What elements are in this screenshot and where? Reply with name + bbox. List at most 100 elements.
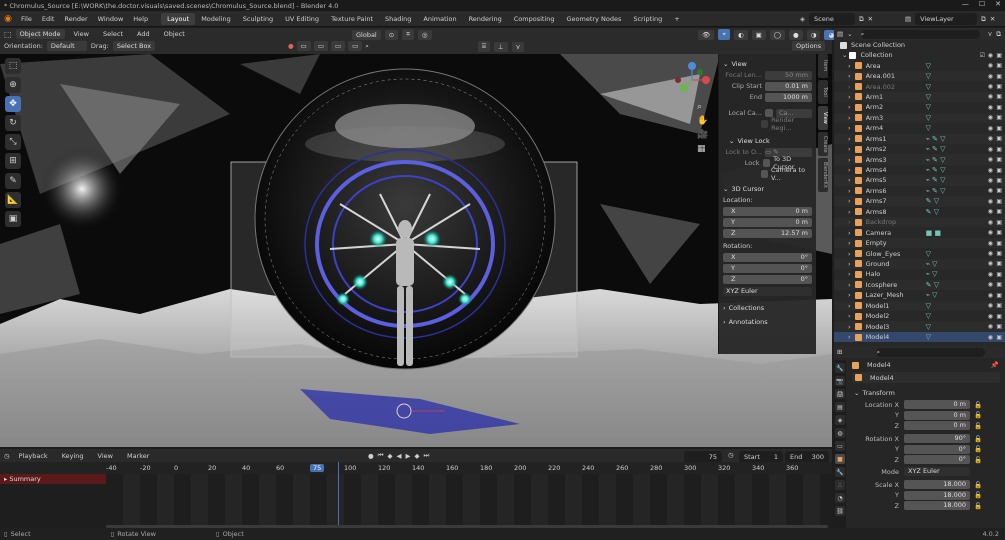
transform-header[interactable]: ⌄ Transform bbox=[834, 387, 1005, 399]
outliner-item[interactable]: › Arm3 ▽ ◉ ▣ bbox=[834, 112, 1005, 124]
render-camera-icon[interactable]: ▣ bbox=[996, 62, 1002, 69]
timeline-area[interactable]: ▸ Summary bbox=[0, 462, 832, 528]
play-reverse-icon[interactable]: ◀ bbox=[397, 452, 402, 460]
lock-scale-y-icon[interactable]: 🔓 bbox=[974, 491, 982, 499]
outliner-item[interactable]: › Model1 ▽ ◉ ▣ bbox=[834, 300, 1005, 311]
render-camera-icon[interactable]: ▣ bbox=[996, 250, 1002, 257]
wireframe-shading-icon[interactable]: ◯ bbox=[769, 29, 786, 40]
tab-geometry-nodes[interactable]: Geometry Nodes bbox=[561, 13, 628, 25]
render-camera-icon[interactable]: ▣ bbox=[996, 187, 1002, 194]
render-camera-icon[interactable]: ▣ bbox=[996, 156, 1002, 163]
tab-view[interactable]: View bbox=[818, 106, 828, 130]
expand-arrow-icon[interactable]: › bbox=[848, 260, 851, 268]
constraint-properties-icon[interactable]: ⛓ bbox=[835, 506, 845, 516]
outliner-item[interactable]: › Glow_Eyes ▽ ◉ ▣ bbox=[834, 248, 1005, 258]
lock-rotation-x-icon[interactable]: 🔓 bbox=[974, 435, 982, 443]
properties-editor-icon[interactable]: ⊞ bbox=[837, 348, 842, 356]
visibility-eye-icon[interactable]: ◉ bbox=[988, 240, 993, 247]
outliner-item[interactable]: › Arms1 ⌁ ✎ ▽ ◉ ▣ bbox=[834, 133, 1005, 144]
lock-location-z-icon[interactable]: 🔓 bbox=[974, 422, 982, 430]
outliner-item[interactable]: › Arms6 ⌁ ✎ ▽ ◉ ▣ bbox=[834, 186, 1005, 196]
expand-arrow-icon[interactable]: › bbox=[848, 197, 851, 205]
cursor-y-field[interactable]: Y0 m bbox=[723, 217, 812, 227]
outliner-item[interactable]: › Arms2 ⌁ ✎ ▽ ◉ ▣ bbox=[834, 144, 1005, 154]
menu-add[interactable]: Add bbox=[132, 30, 155, 38]
render-region-checkbox[interactable] bbox=[760, 120, 769, 128]
clip-start-field[interactable]: 0.01 m bbox=[765, 81, 812, 91]
rotation-x-field[interactable]: 90° bbox=[904, 434, 970, 443]
solid-shading-icon[interactable]: ● bbox=[789, 29, 803, 40]
expand-arrow-icon[interactable]: › bbox=[848, 312, 851, 320]
cursor-z-field[interactable]: Z 12.57 m bbox=[723, 228, 812, 238]
camera-to-view-checkbox[interactable] bbox=[760, 170, 768, 178]
visibility-eye-icon[interactable]: ◉ bbox=[988, 292, 993, 299]
render-camera-icon[interactable]: ▣ bbox=[996, 229, 1002, 236]
render-camera-icon[interactable]: ▣ bbox=[996, 83, 1002, 90]
move-tool-icon[interactable]: ✥ bbox=[5, 96, 21, 112]
menu-help[interactable]: Help bbox=[128, 15, 153, 23]
expand-arrow-icon[interactable]: › bbox=[848, 281, 851, 289]
select-mode-icon-4[interactable]: ▭ bbox=[348, 41, 363, 51]
visibility-eye-icon[interactable]: ◉ bbox=[988, 198, 993, 205]
outliner-item[interactable]: › Model3 ▽ ◉ ▣ bbox=[834, 321, 1005, 332]
rotate-tool-icon[interactable]: ↻ bbox=[5, 115, 21, 131]
tab-shading[interactable]: Shading bbox=[379, 13, 417, 25]
zoom-icon[interactable]: ⌕ bbox=[697, 102, 711, 116]
lock-location-x-icon[interactable]: 🔓 bbox=[974, 401, 982, 409]
marker-menu[interactable]: Marker bbox=[122, 452, 154, 460]
outliner-item[interactable]: › Arms4 ⌁ ✎ ▽ ◉ ▣ bbox=[834, 165, 1005, 175]
tab-rendering[interactable]: Rendering bbox=[463, 13, 508, 25]
menu-render[interactable]: Render bbox=[59, 15, 92, 23]
expand-arrow-icon[interactable]: › bbox=[848, 323, 851, 331]
cursor-rot-x-field[interactable]: X 0° bbox=[723, 252, 812, 262]
visibility-eye-icon[interactable]: ◉ bbox=[988, 177, 993, 184]
location-x-field[interactable]: 0 m bbox=[904, 400, 970, 409]
expand-arrow-icon[interactable]: › bbox=[848, 270, 851, 278]
outliner-item[interactable]: › Arms3 ⌁ ✎ ▽ ◉ ▣ bbox=[834, 154, 1005, 165]
editor-type-icon[interactable]: ⬚ bbox=[4, 30, 12, 39]
view-lock-header[interactable]: ⌄ View Lock bbox=[723, 135, 812, 146]
collection-eye-icon[interactable]: ◉ bbox=[988, 52, 993, 59]
visibility-eye-icon[interactable]: ◉ bbox=[988, 73, 993, 80]
tab-tool[interactable]: Tool bbox=[818, 80, 828, 104]
collections-section-header[interactable]: › Collections bbox=[723, 302, 812, 313]
visibility-eye-icon[interactable]: ◉ bbox=[988, 323, 993, 330]
expand-arrow-icon[interactable]: › bbox=[848, 135, 851, 143]
render-camera-icon[interactable]: ▣ bbox=[996, 114, 1002, 121]
cursor-section-header[interactable]: ⌄ 3D Cursor bbox=[723, 183, 812, 194]
render-camera-icon[interactable]: ▣ bbox=[996, 125, 1002, 132]
bookmark-icon[interactable]: ⊥ bbox=[493, 41, 508, 52]
rotation-z-field[interactable]: 0° bbox=[904, 455, 970, 464]
play-icon[interactable]: ▶ bbox=[406, 452, 411, 460]
visibility-eye-icon[interactable]: ◉ bbox=[988, 260, 993, 267]
render-camera-icon[interactable]: ▣ bbox=[996, 135, 1002, 142]
minimize-icon[interactable]: — bbox=[962, 0, 969, 8]
outliner-item[interactable]: › Model4 ▽ ◉ ▣ bbox=[834, 331, 1005, 343]
outliner-item[interactable]: › Arms7 ✎ ▽ ◉ ▣ bbox=[834, 196, 1005, 207]
menu-view[interactable]: View bbox=[69, 30, 94, 38]
expand-arrow-icon[interactable]: › bbox=[848, 176, 851, 184]
render-camera-icon[interactable]: ▣ bbox=[996, 208, 1002, 215]
outliner-item[interactable]: › Camera ■ ■ ◉ ▣ bbox=[834, 227, 1005, 237]
scene-field[interactable]: Scene bbox=[809, 13, 855, 25]
render-camera-icon[interactable]: ▣ bbox=[996, 104, 1002, 111]
visibility-eye-icon[interactable]: ◉ bbox=[988, 219, 993, 226]
tab-layout[interactable]: Layout bbox=[161, 12, 196, 25]
outliner-search-input[interactable]: ⌕ bbox=[860, 29, 980, 39]
add-workspace-button[interactable]: + bbox=[668, 13, 685, 25]
render-camera-icon[interactable]: ▣ bbox=[996, 93, 1002, 100]
gizmo-toggle-icon[interactable]: ⌖ bbox=[718, 29, 730, 40]
menu-window[interactable]: Window bbox=[93, 15, 129, 23]
cursor-rot-y-field[interactable]: Y 0° bbox=[723, 263, 812, 273]
material-shading-icon[interactable]: ◑ bbox=[806, 29, 821, 40]
collection-camera-icon[interactable]: ▣ bbox=[996, 52, 1002, 59]
tab-create[interactable]: Create bbox=[818, 132, 828, 156]
scene-icon[interactable]: ◈ bbox=[800, 15, 805, 23]
visibility-eye-icon[interactable]: ◉ bbox=[988, 281, 993, 288]
outliner-item[interactable]: › Arms8 ✎ ▽ ◉ ▣ bbox=[834, 207, 1005, 217]
next-keyframe-icon[interactable]: ◆ bbox=[415, 452, 420, 460]
render-camera-icon[interactable]: ▣ bbox=[996, 240, 1002, 247]
close-icon[interactable]: ✕ bbox=[995, 0, 1001, 8]
orientation-dropdown[interactable]: Default bbox=[46, 41, 87, 51]
expand-arrow-icon[interactable]: › bbox=[848, 156, 851, 164]
